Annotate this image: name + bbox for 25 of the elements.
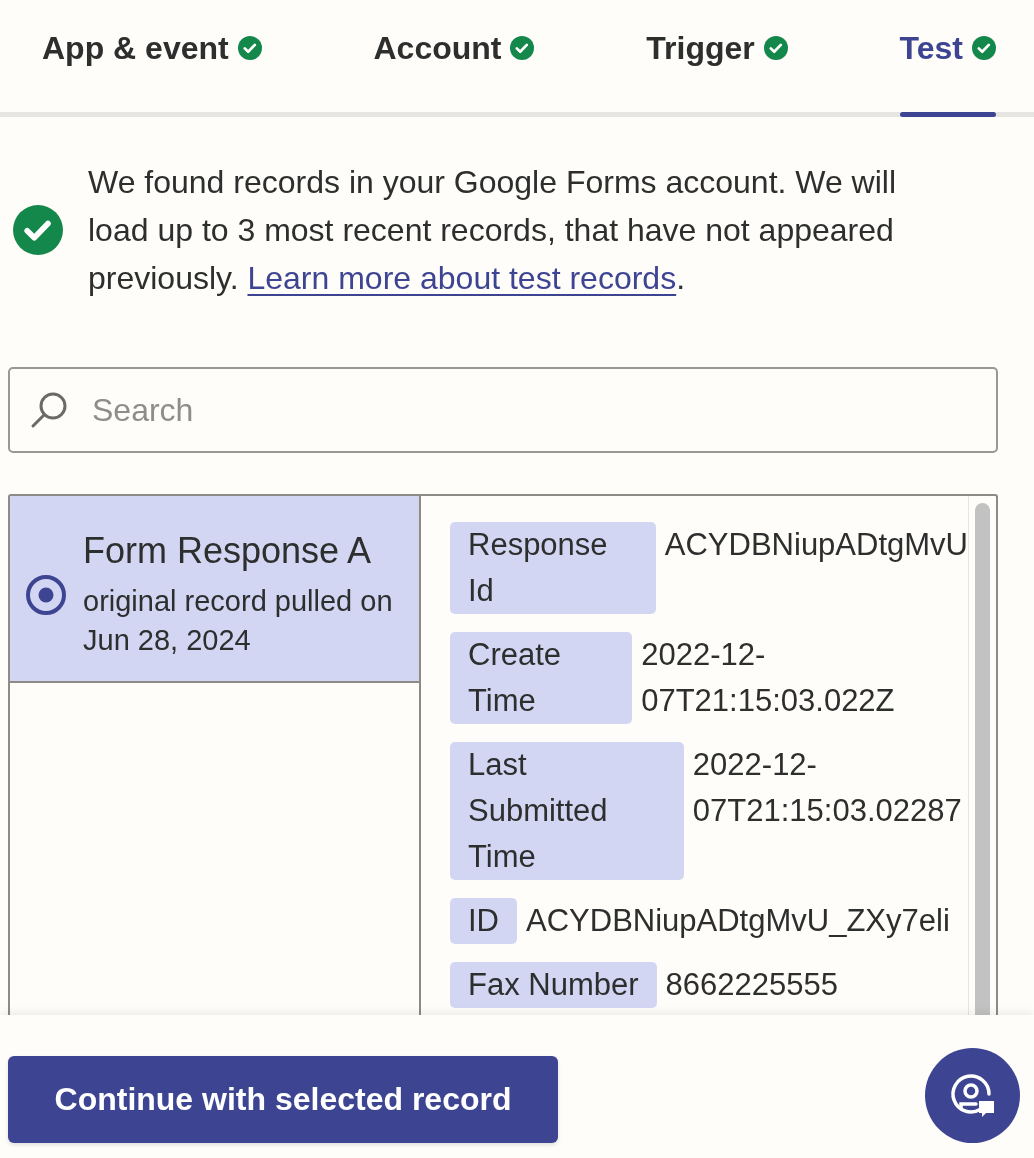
field-value: 2022-12-07T21:15:03.022Z [641,636,896,720]
person-chat-icon [948,1071,997,1120]
step-tab[interactable]: App & event [42,0,262,117]
record-title: Form Response A [83,529,373,573]
record-item[interactable]: Form Response A original record pulled on Jun 28, 2024 [10,496,419,683]
field-value: 8662225555 [665,966,838,1004]
step-tab[interactable]: Account [373,0,535,117]
learn-more-link[interactable]: Learn more about test records [247,260,677,296]
step-tab[interactable]: Test [899,0,996,117]
search-field[interactable]: Search [8,367,998,453]
search-icon [30,391,68,429]
check-circle-icon [13,205,63,255]
field-value: ACYDBNiupADtgMvU_ZXy7eli [526,902,950,940]
notice-text: We found records in your Google Forms account. We will load up to 3 most recent records, that have not appeared previously. Learn more about test records. [88,163,898,298]
field-value: ACYDBNiupADtgMvU [664,526,968,564]
continue-button[interactable]: Continue with selected record [8,1056,558,1143]
field-label: Last Submitted Time [450,742,684,880]
field-label: Fax Number [450,962,657,1008]
field-label: Response Id [450,522,656,614]
field-label: Create Time [450,632,633,724]
scrollbar-thumb[interactable] [975,503,990,1015]
step-tab[interactable]: Trigger [646,0,788,117]
field-value: 2022-12-07T21:15:03.02287 [692,746,963,830]
field-label: ID [450,898,517,944]
record-subtitle: original record pulled on Jun 28, 2024 [83,584,394,658]
